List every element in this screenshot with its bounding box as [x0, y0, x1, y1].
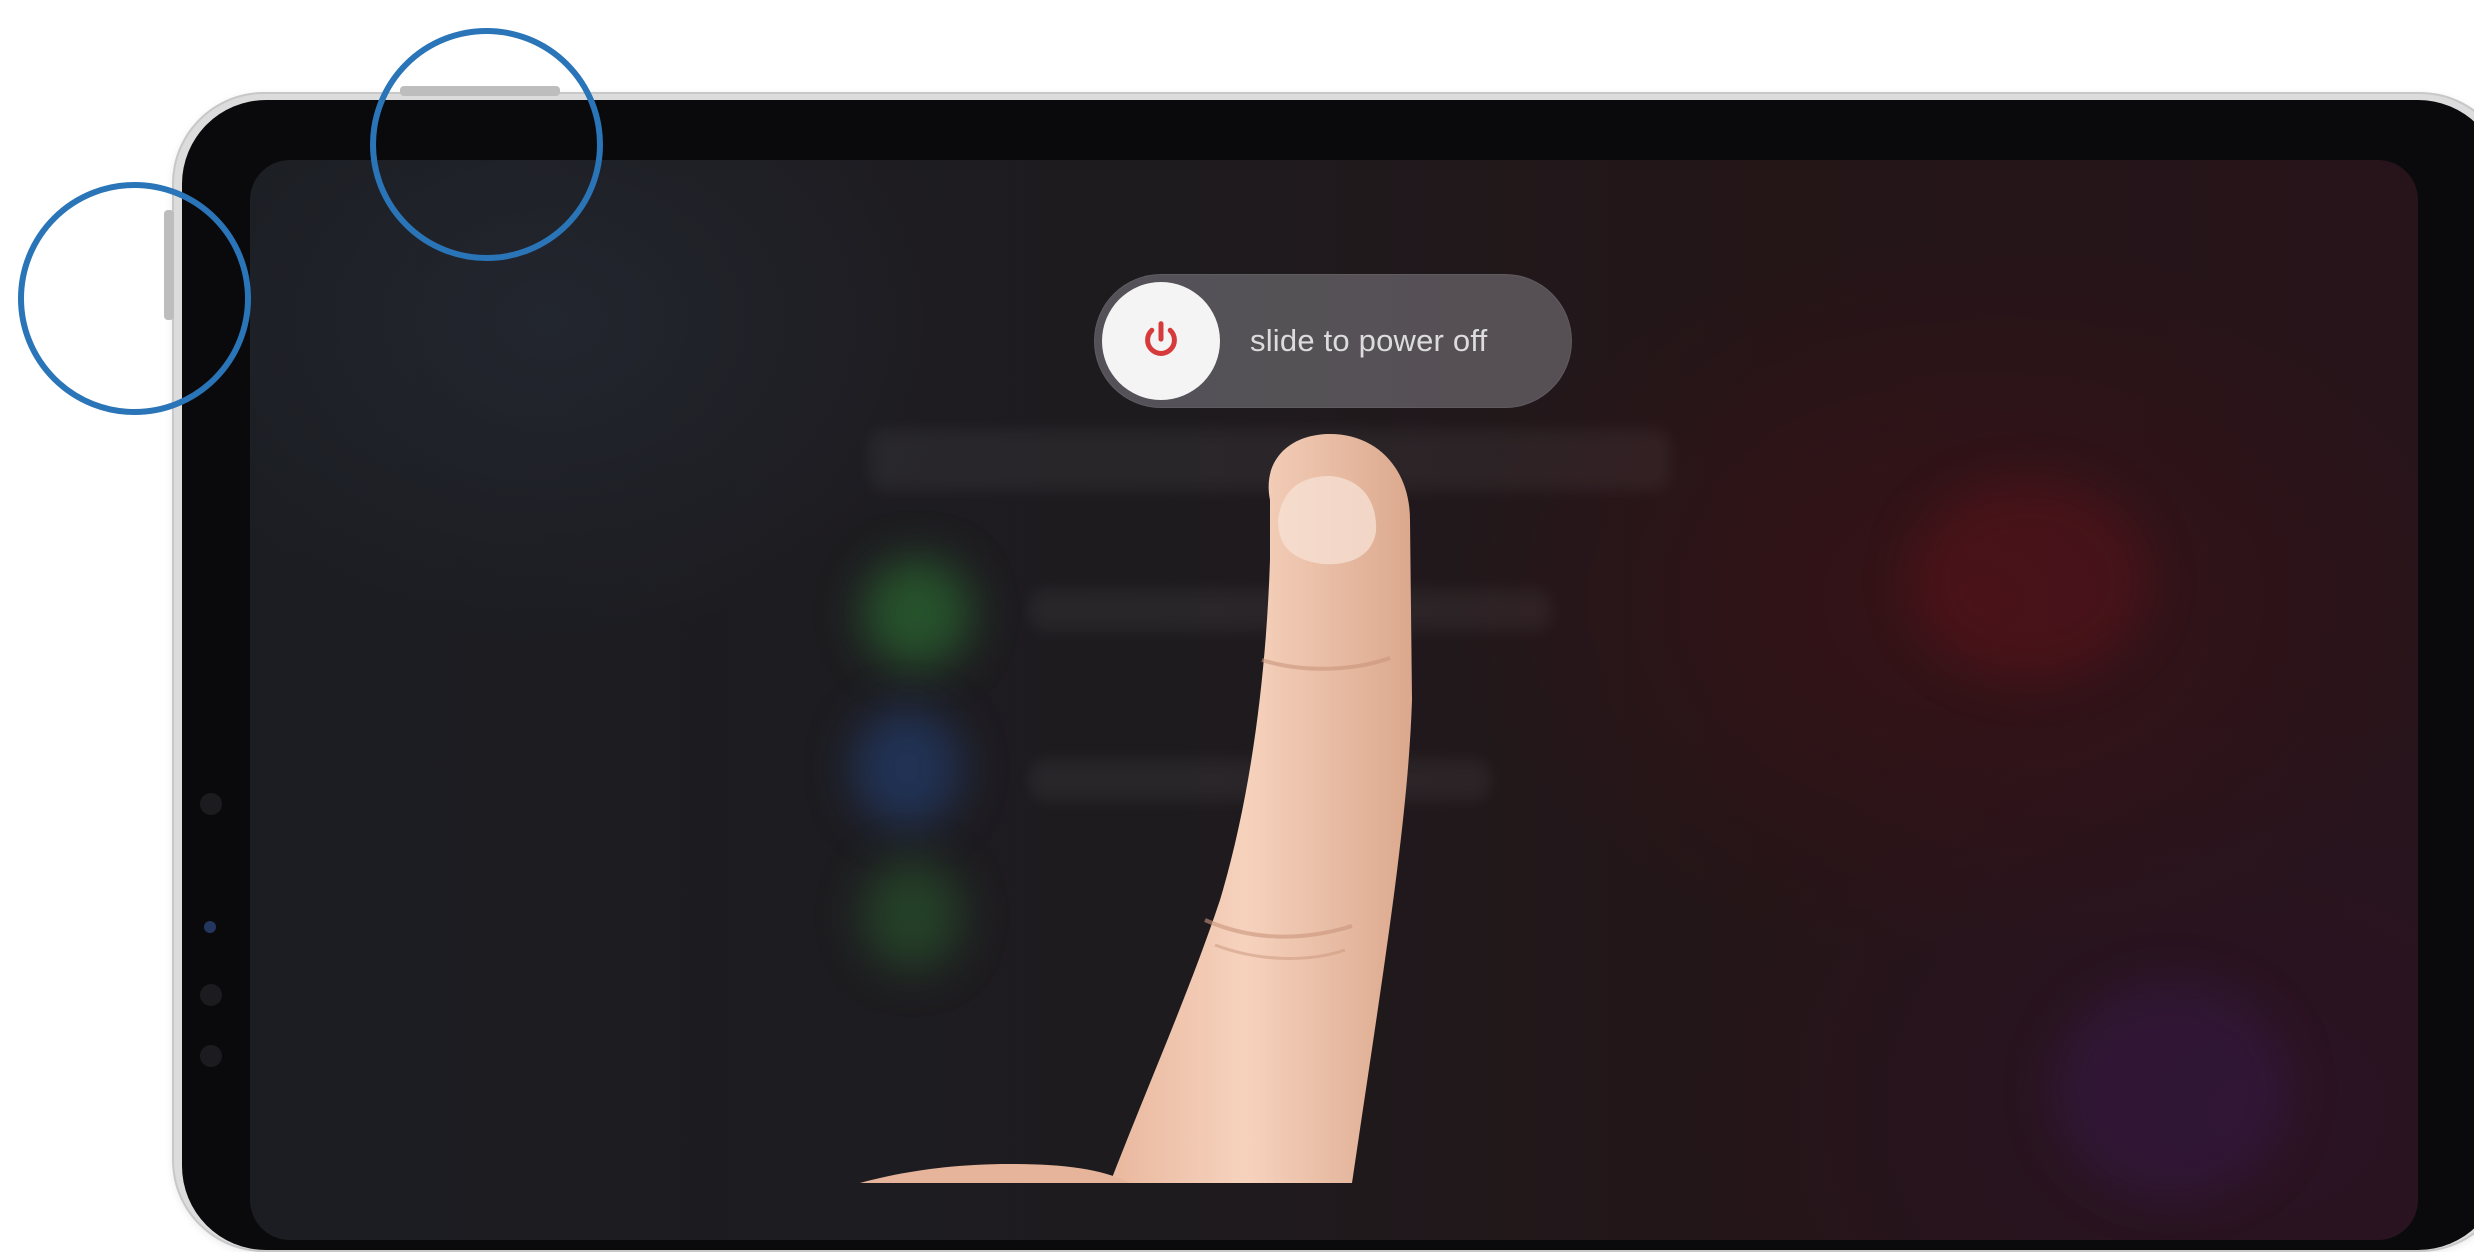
- blurred-widget: [870, 430, 1670, 490]
- volume-button-highlight: [18, 182, 251, 415]
- camera-sensor: [200, 984, 222, 1006]
- blurred-app-icon: [862, 558, 972, 668]
- camera-sensor: [200, 1045, 222, 1067]
- blurred-wallpaper-glow: [1910, 480, 2150, 680]
- blurred-widget: [1030, 590, 1550, 630]
- blurred-app-icon: [852, 708, 962, 828]
- blurred-app-icon: [862, 860, 962, 970]
- camera-sensor: [200, 793, 222, 815]
- blurred-widget: [1030, 760, 1490, 800]
- camera-lens: [204, 921, 216, 933]
- power-slider-knob[interactable]: [1102, 282, 1220, 400]
- power-slider-label: slide to power off: [1250, 323, 1488, 358]
- power-off-slider[interactable]: slide to power off: [1094, 274, 1572, 408]
- top-button-highlight: [370, 28, 603, 261]
- power-icon: [1145, 321, 1177, 356]
- blurred-wallpaper-glow: [2050, 980, 2290, 1200]
